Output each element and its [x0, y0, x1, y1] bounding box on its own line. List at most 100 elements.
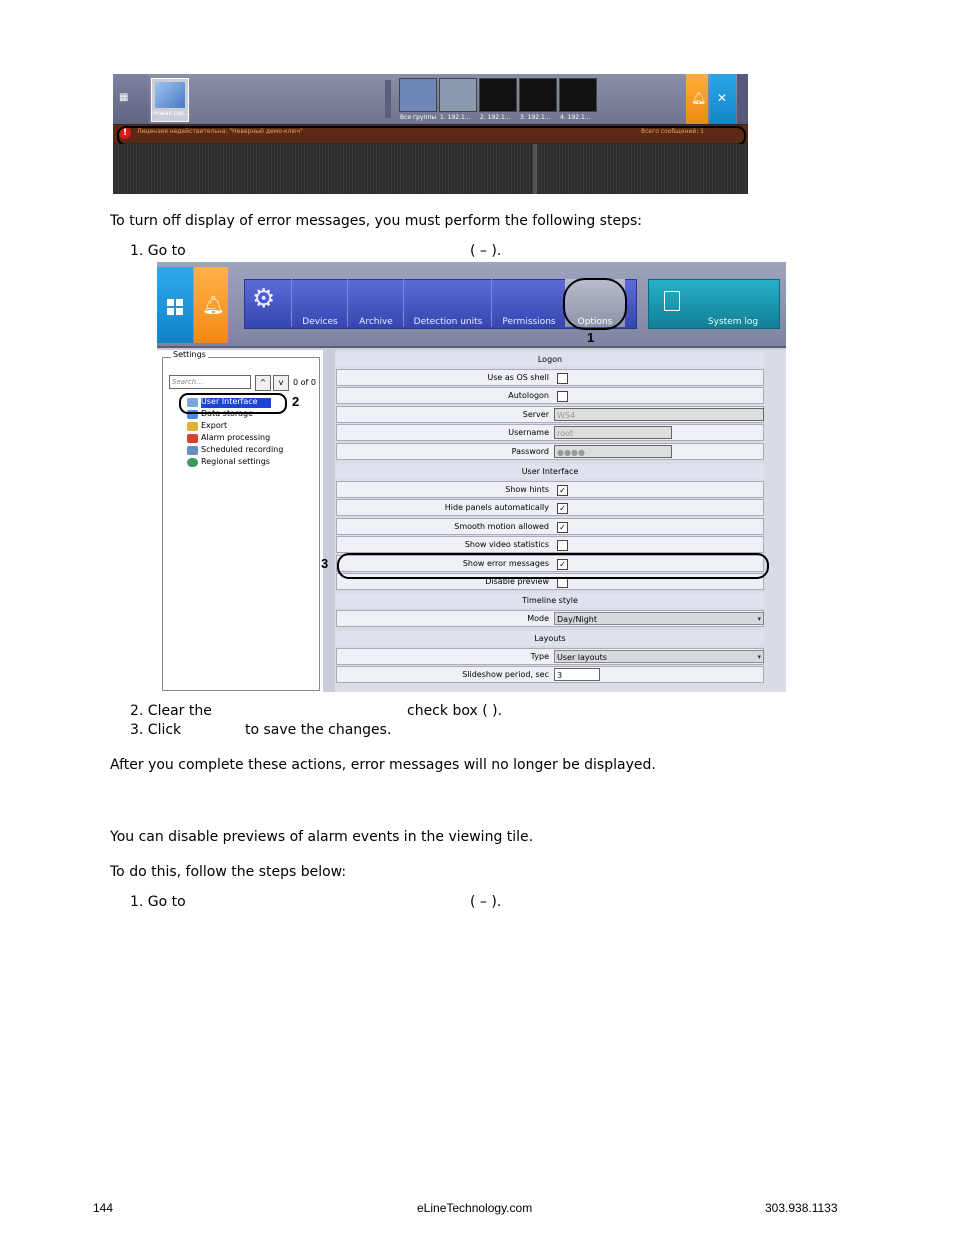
settings-tab[interactable]: ✕ — [710, 74, 736, 124]
tree-item-scheduled-recording[interactable]: Scheduled recording — [201, 445, 283, 454]
show-hints-checkbox[interactable]: ✓ — [557, 485, 568, 496]
timeline-style-header: Timeline style — [336, 593, 764, 608]
archive-button[interactable]: Archive — [347, 279, 404, 327]
error-messages-screenshot: ▦ Новая рас... Все группы 1. 192.1... 2.… — [113, 74, 748, 194]
settings-panel: Settings Search... ^ v 0 of 0 User Inter… — [157, 350, 323, 692]
hide-panels-checkbox[interactable]: ✓ — [557, 503, 568, 514]
row-use-as-os-shell: Use as OS shell — [336, 369, 764, 386]
row-server: Server WS4 — [336, 406, 764, 423]
layout-preview — [155, 82, 185, 108]
camera-label: 1. 192.1... — [440, 114, 471, 121]
row-mode: Mode Day/Night ▾ — [336, 610, 764, 627]
row-label: Smooth motion allowed — [454, 522, 549, 531]
step-text: 1. Go to — [130, 894, 186, 910]
step-text: check box ( ). — [407, 703, 503, 719]
settings-screenshot: 🔔︎ ⚙ Devices Archive Detection units Per… — [157, 262, 786, 692]
camera-strip: Все группы 1. 192.1... 2. 192.1... 3. 19… — [399, 78, 647, 121]
username-field[interactable]: root — [554, 426, 672, 439]
windows-icon: ▦ — [119, 92, 129, 103]
schedule-icon — [187, 446, 198, 455]
row-show-video-stats: Show video statistics — [336, 536, 764, 553]
row-hide-panels: Hide panels automatically ✓ — [336, 499, 764, 516]
step-text: 3. Click — [130, 722, 182, 738]
search-input[interactable]: Search... — [169, 375, 251, 389]
detection-units-button[interactable]: Detection units — [403, 279, 492, 327]
callout-oval-2 — [179, 393, 287, 414]
row-label: Use as OS shell — [487, 373, 549, 382]
panel-separator — [323, 350, 335, 692]
row-show-hints: Show hints ✓ — [336, 481, 764, 498]
property-grid: Logon Use as OS shell Autologon Server W… — [335, 350, 786, 692]
camera-tile[interactable]: 3. 192.1... — [519, 78, 557, 121]
permissions-button[interactable]: Permissions — [491, 279, 566, 327]
smooth-motion-checkbox[interactable]: ✓ — [557, 522, 568, 533]
paragraph: You can disable previews of alarm events… — [110, 829, 534, 845]
grid-divider — [533, 144, 537, 194]
row-label: Slideshow period, sec — [462, 670, 549, 679]
row-label: Show hints — [505, 485, 549, 494]
paragraph: To turn off display of error messages, y… — [110, 213, 642, 229]
search-count: 0 of 0 — [293, 378, 316, 387]
camera-group-label: Все группы — [400, 114, 437, 121]
search-up-button[interactable]: ^ — [255, 375, 271, 391]
use-as-os-shell-checkbox[interactable] — [557, 373, 568, 384]
show-video-stats-checkbox[interactable] — [557, 540, 568, 551]
row-label: Hide panels automatically — [444, 503, 549, 512]
step-text: to save the changes. — [245, 722, 392, 738]
row-label: Type — [530, 652, 549, 661]
mode-value: Day/Night — [557, 615, 597, 624]
callout-oval-3 — [337, 553, 769, 579]
export-icon — [187, 422, 198, 431]
globe-icon — [187, 458, 198, 467]
toolbar-separator — [157, 346, 786, 348]
row-label: Mode — [527, 614, 549, 623]
callout-number-3: 3 — [321, 556, 329, 571]
layouts-tab[interactable] — [157, 267, 193, 343]
camera-tile[interactable]: 2. 192.1... — [479, 78, 517, 121]
layouts-header: Layouts — [336, 631, 764, 646]
type-value: User layouts — [557, 653, 607, 662]
camera-tile[interactable]: 4. 192.1... — [559, 78, 597, 121]
step-text: ( – ). — [470, 894, 502, 910]
layout-thumbnail-label: Новая рас... — [153, 110, 191, 117]
password-field[interactable]: ●●●● — [554, 445, 672, 458]
panel-left-edge: ▦ — [113, 74, 149, 124]
video-grid — [113, 144, 748, 194]
slideshow-period-stepper[interactable]: 3 — [554, 668, 600, 681]
search-down-button[interactable]: v — [273, 375, 289, 391]
windows-icon — [167, 299, 183, 315]
camera-group-tile[interactable]: Все группы — [399, 78, 437, 121]
row-autologon: Autologon — [336, 387, 764, 404]
footer-phone: 303.938.1133 — [765, 1201, 838, 1215]
row-label: Show video statistics — [464, 540, 549, 549]
tree-item-export[interactable]: Export — [201, 421, 227, 430]
autologon-checkbox[interactable] — [557, 391, 568, 402]
tree-item-regional-settings[interactable]: Regional settings — [201, 457, 270, 466]
mode-dropdown[interactable]: Day/Night ▾ — [554, 612, 764, 625]
side-controls[interactable] — [737, 74, 748, 124]
row-label: Username — [508, 428, 549, 437]
page-number: 144 — [93, 1201, 114, 1215]
tools-icon: ✕ — [717, 91, 728, 105]
logon-header: Logon — [336, 352, 764, 367]
alarm-tab[interactable]: 🔔︎ — [686, 74, 708, 124]
error-highlight-oval — [117, 126, 746, 146]
camera-label: 4. 192.1... — [560, 114, 591, 121]
system-log-button[interactable]: System log — [688, 279, 778, 327]
layout-thumbnail[interactable]: Новая рас... — [151, 78, 191, 122]
type-dropdown[interactable]: User layouts ▾ — [554, 650, 764, 663]
server-field[interactable]: WS4 — [554, 408, 764, 421]
checklist-icon — [664, 291, 680, 311]
layout-scrollbar[interactable] — [385, 80, 391, 118]
callout-oval-1 — [563, 278, 627, 330]
dropdown-arrow-icon: ▾ — [757, 653, 761, 661]
row-label: Password — [511, 447, 549, 456]
row-type: Type User layouts ▾ — [336, 648, 764, 665]
gear-icon: ⚙ — [252, 284, 276, 314]
devices-button[interactable]: Devices — [291, 279, 348, 327]
alarm-tab[interactable]: 🔔︎ — [194, 267, 228, 343]
step-text: 2. Clear the — [130, 703, 212, 719]
alarm-icon — [187, 434, 198, 443]
camera-tile[interactable]: 1. 192.1... — [439, 78, 477, 121]
tree-item-alarm-processing[interactable]: Alarm processing — [201, 433, 270, 442]
